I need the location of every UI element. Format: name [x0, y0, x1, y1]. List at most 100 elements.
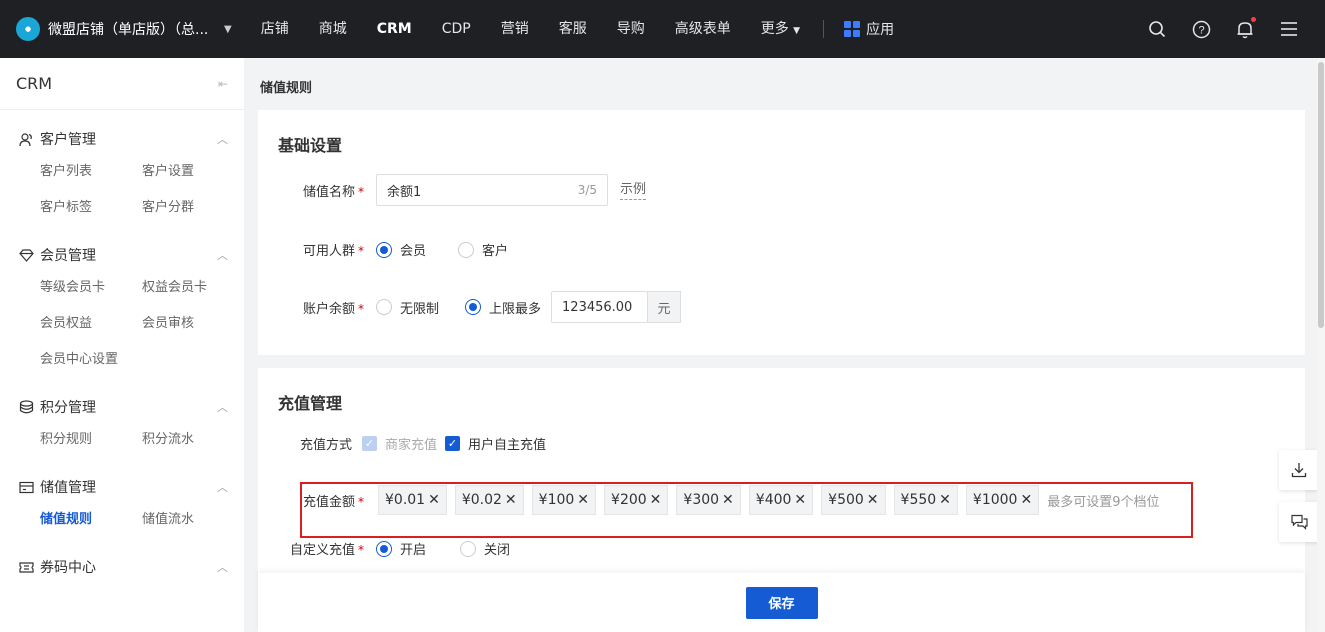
main-content: 储值规则 基础设置 储值名称 * 余额1 3/5 示例 可用人群 * 会员 客户 账…: [244, 58, 1317, 632]
action-footer: 保存: [258, 573, 1305, 632]
method-checkbox-self-service[interactable]: ✓ 用户自主充值: [445, 434, 546, 453]
scrollbar-thumb[interactable]: [1318, 62, 1324, 328]
method-checkbox-merchant: ✓ 商家充值: [362, 434, 437, 453]
store-selector[interactable]: 微盟店铺（单店版）（总...: [48, 19, 218, 39]
nav-shop[interactable]: 店铺: [246, 0, 304, 58]
help-icon[interactable]: ?: [1179, 0, 1223, 58]
notification-bell-icon[interactable]: [1223, 0, 1267, 58]
balance-limit-input[interactable]: 123456.00: [551, 291, 648, 323]
nav-advanced-form[interactable]: 高级表单: [660, 0, 746, 58]
chevron-down-icon: ▼: [793, 26, 801, 36]
nav-guide[interactable]: 导购: [602, 0, 660, 58]
nav-marketing[interactable]: 营销: [486, 0, 544, 58]
checkbox-label: 用户自主充值: [468, 438, 547, 453]
chat-icon: [1290, 514, 1308, 530]
sidebar-item-member-center-settings[interactable]: 会员中心设置: [40, 342, 142, 378]
nav-divider: [823, 20, 825, 38]
radio-checked-icon: [376, 540, 392, 557]
sidebar-item-points-rules[interactable]: 积分规则: [40, 422, 142, 458]
sidebar-group-header-stored-value[interactable]: 储值管理 ︿: [0, 472, 244, 502]
stored-value-name-input[interactable]: 余额1 3/5: [376, 174, 608, 206]
radio-label: 无限制: [400, 301, 440, 317]
audience-radio-customer[interactable]: 客户: [458, 240, 508, 259]
nav-customer-service[interactable]: 客服: [544, 0, 602, 58]
sidebar-item-level-card[interactable]: 等级会员卡: [40, 270, 142, 306]
radio-label: 客户: [482, 244, 509, 259]
method-label: 充值方式: [299, 438, 352, 453]
sidebar-group-title: 会员管理: [40, 248, 96, 264]
required-asterisk: *: [358, 301, 364, 316]
store-dropdown-caret-icon[interactable]: ▼: [224, 24, 232, 35]
coins-icon: [18, 399, 34, 415]
stored-value-name-row: 储值名称 * 余额1 3/5 示例: [258, 174, 647, 206]
sidebar-group-header-coupon[interactable]: 券码中心 ︿: [0, 552, 244, 582]
required-asterisk: *: [358, 184, 364, 199]
name-label: 储值名称: [302, 184, 355, 200]
save-button[interactable]: 保存: [745, 586, 818, 619]
chevron-up-icon: ︿: [217, 561, 228, 574]
currency-unit: 元: [647, 291, 682, 323]
sidebar-item-member-benefits[interactable]: 会员权益: [40, 306, 142, 342]
sidebar-group-header-member[interactable]: 会员管理 ︿: [0, 240, 244, 270]
audience-radio-member[interactable]: 会员: [376, 240, 426, 259]
custom-recharge-radio-off[interactable]: 关闭: [460, 539, 510, 558]
sidebar-item-stored-value-rules[interactable]: 储值规则: [40, 502, 142, 538]
account-balance-row: 账户余额 * 无限制 上限最多 123456.00 元: [258, 291, 682, 323]
balance-limit-value: 123456.00: [562, 299, 633, 315]
checkbox-checked-icon: ✓: [445, 436, 461, 451]
form-label: 自定义充值 *: [258, 539, 376, 558]
sidebar-title: CRM: [16, 74, 53, 93]
download-float-button[interactable]: [1279, 450, 1319, 490]
radio-unchecked-icon: [458, 241, 475, 258]
collapse-sidebar-icon[interactable]: ⇤: [218, 77, 228, 91]
search-icon[interactable]: [1135, 0, 1179, 58]
radio-label: 开启: [400, 543, 427, 558]
top-right-tools: ?: [1135, 0, 1311, 58]
balance-radio-max[interactable]: 上限最多: [465, 298, 541, 317]
sidebar-item-member-review[interactable]: 会员审核: [142, 306, 244, 342]
nav-apps[interactable]: 应用: [832, 19, 906, 39]
feedback-float-button[interactable]: [1279, 502, 1319, 542]
balance-label: 账户余额: [302, 301, 355, 317]
sidebar-item-customer-tags[interactable]: 客户标签: [40, 190, 142, 226]
custom-recharge-radio-on[interactable]: 开启: [376, 539, 426, 558]
balance-radio-unlimited[interactable]: 无限制: [376, 298, 439, 317]
chevron-up-icon: ︿: [217, 133, 228, 146]
custom-recharge-label: 自定义充值: [289, 543, 355, 558]
svg-text:?: ?: [1198, 24, 1204, 36]
checkbox-disabled-checked-icon: ✓: [362, 436, 377, 451]
sidebar-item-benefit-card[interactable]: 权益会员卡: [142, 270, 244, 306]
basic-settings-card: 基础设置 储值名称 * 余额1 3/5 示例 可用人群 * 会员 客户 账户余额 * …: [258, 110, 1305, 355]
page-scrollbar[interactable]: [1317, 58, 1325, 632]
char-counter: 3/5: [577, 183, 597, 197]
required-asterisk: *: [358, 244, 364, 258]
sidebar-group-header-customer[interactable]: 客户管理 ︿: [0, 124, 244, 154]
notification-dot: [1251, 17, 1256, 22]
sidebar-group-header-points[interactable]: 积分管理 ︿: [0, 392, 244, 422]
sidebar-item-stored-value-ledger[interactable]: 储值流水: [142, 502, 244, 538]
sidebar-header: CRM ⇤: [0, 58, 244, 110]
radio-unchecked-icon: [460, 540, 477, 557]
apps-grid-icon: [844, 21, 861, 37]
sidebar-item-customer-segments[interactable]: 客户分群: [142, 190, 244, 226]
highlight-box: [300, 482, 1193, 538]
diamond-icon: [18, 247, 34, 263]
sidebar-item-points-ledger[interactable]: 积分流水: [142, 422, 244, 458]
top-nav-bar: ● 微盟店铺（单店版）（总... ▼ 店铺 商城 CRM CDP 营销 客服 导…: [0, 0, 1325, 58]
sidebar-group-stored-value: 储值管理 ︿ 储值规则 储值流水: [0, 458, 244, 538]
nav-more[interactable]: 更多 ▼: [746, 0, 815, 58]
wallet-icon: [18, 479, 34, 495]
nav-crm[interactable]: CRM: [362, 0, 427, 58]
nav-more-label: 更多: [760, 21, 789, 37]
nav-mall[interactable]: 商城: [304, 0, 362, 58]
sidebar-item-customer-settings[interactable]: 客户设置: [142, 154, 244, 190]
sidebar-group-points: 积分管理 ︿ 积分规则 积分流水: [0, 378, 244, 458]
sidebar-item-customer-list[interactable]: 客户列表: [40, 154, 142, 190]
name-input-value: 余额1: [387, 184, 422, 200]
recharge-method-row: 充值方式 ✓ 商家充值 ✓ 用户自主充值: [258, 434, 554, 453]
basic-settings-title: 基础设置: [278, 136, 343, 155]
menu-icon[interactable]: [1267, 0, 1311, 58]
form-label: 充值方式: [258, 434, 362, 453]
example-link[interactable]: 示例: [620, 181, 647, 200]
nav-cdp[interactable]: CDP: [427, 0, 486, 58]
